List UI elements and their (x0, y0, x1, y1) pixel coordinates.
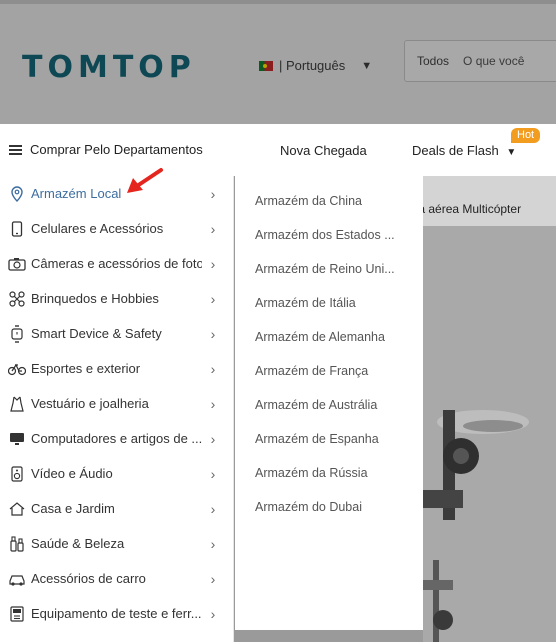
submenu-item-usa[interactable]: Armazém dos Estados ... (255, 228, 405, 242)
menu-item-label: Computadores e artigos de ... (31, 431, 202, 446)
departments-menu-button[interactable]: Comprar Pelo Departamentos (9, 142, 203, 157)
main-navbar: Comprar Pelo Departamentos Nova Chegada … (0, 124, 556, 176)
chevron-right-icon: › (210, 360, 216, 377)
menu-item-label: Casa e Jardim (31, 501, 115, 516)
clothing-icon (7, 394, 27, 414)
category-menu: Armazém Local › Celulares e Acessórios ›… (0, 176, 234, 642)
menu-item-test-equipment[interactable]: Equipamento de teste e ferr... › (0, 596, 234, 631)
menu-item-phones[interactable]: Celulares e Acessórios › (0, 211, 234, 246)
chevron-right-icon: › (210, 255, 216, 272)
menu-item-clothing[interactable]: Vestuário e joalheria › (0, 386, 234, 421)
menu-item-home-garden[interactable]: Casa e Jardim › (0, 491, 234, 526)
menu-item-label: Brinquedos e Hobbies (31, 291, 159, 306)
site-logo[interactable]: TOMTOP (22, 50, 196, 85)
speaker-icon (7, 464, 27, 484)
language-label: | Português (279, 58, 346, 73)
submenu-item-dubai[interactable]: Armazém do Dubai (255, 500, 405, 514)
hot-badge: Hot (511, 128, 541, 143)
chevron-right-icon: › (210, 325, 216, 342)
hamburger-icon (9, 144, 22, 155)
chevron-right-icon: › (210, 465, 216, 482)
search-bar[interactable]: Todos O que você (404, 40, 556, 82)
drone-product-image[interactable] (423, 330, 556, 642)
chevron-right-icon: › (210, 570, 216, 587)
submenu-item-italy[interactable]: Armazém de Itália (255, 296, 405, 310)
chevron-right-icon: › (210, 535, 216, 552)
phone-icon (7, 219, 27, 239)
menu-item-car-accessories[interactable]: Acessórios de carro › (0, 561, 234, 596)
menu-item-label: Vestuário e joalheria (31, 396, 149, 411)
monitor-icon (7, 429, 27, 449)
car-icon (7, 569, 27, 589)
menu-item-label: Acessórios de carro (31, 571, 146, 586)
chevron-right-icon: › (210, 605, 216, 622)
camera-icon (7, 254, 27, 274)
submenu-item-spain[interactable]: Armazém de Espanha (255, 432, 405, 446)
submenu-item-australia[interactable]: Armazém de Austrália (255, 398, 405, 412)
nav-new-arrivals[interactable]: Nova Chegada (280, 143, 367, 158)
smartwatch-icon (7, 324, 27, 344)
location-pin-icon (7, 184, 27, 204)
nav-flash-deals-label: Deals de Flash (412, 143, 499, 158)
menu-item-computers[interactable]: Computadores e artigos de ... › (0, 421, 234, 456)
search-input[interactable]: O que você (463, 54, 524, 68)
menu-item-label: Celulares e Acessórios (31, 221, 164, 236)
chevron-right-icon: › (210, 430, 216, 447)
drone-icon (7, 289, 27, 309)
menu-item-label: Equipamento de teste e ferr... (31, 606, 202, 621)
chevron-right-icon: › (210, 500, 216, 517)
menu-item-local-warehouse[interactable]: Armazém Local › (0, 176, 234, 211)
menu-item-label: Vídeo e Áudio (31, 466, 113, 481)
chevron-right-icon: › (210, 185, 216, 202)
nav-flash-deals[interactable]: Deals de Flash ▼ (412, 143, 516, 158)
portugal-flag-icon (259, 60, 273, 71)
home-icon (7, 499, 27, 519)
warehouse-submenu: Armazém da China Armazém dos Estados ...… (235, 176, 423, 630)
red-arrow-icon (127, 168, 163, 193)
submenu-item-china[interactable]: Armazém da China (255, 194, 405, 208)
chevron-right-icon: › (210, 220, 216, 237)
language-selector[interactable]: | Português ▼ (259, 58, 372, 73)
chevron-right-icon: › (210, 395, 216, 412)
menu-item-smart-device[interactable]: Smart Device & Safety › (0, 316, 234, 351)
chevron-down-icon: ▼ (361, 59, 373, 72)
menu-item-label: Saúde & Beleza (31, 536, 125, 551)
menu-item-health-beauty[interactable]: Saúde & Beleza › (0, 526, 234, 561)
chevron-right-icon: › (210, 290, 216, 307)
menu-item-video-audio[interactable]: Vídeo e Áudio › (0, 456, 234, 491)
menu-item-sports[interactable]: Esportes e exterior › (0, 351, 234, 386)
chevron-down-icon: ▼ (506, 147, 517, 158)
submenu-item-uk[interactable]: Armazém de Reino Uni... (255, 262, 405, 276)
departments-label: Comprar Pelo Departamentos (30, 142, 203, 157)
menu-item-cameras[interactable]: Câmeras e acessórios de fotos › (0, 246, 234, 281)
submenu-item-france[interactable]: Armazém de França (255, 364, 405, 378)
site-header: TOMTOP | Português ▼ Todos O que você (0, 0, 556, 124)
submenu-item-germany[interactable]: Armazém de Alemanha (255, 330, 405, 344)
search-category-select[interactable]: Todos (405, 54, 463, 68)
bicycle-icon (7, 359, 27, 379)
menu-item-label: Câmeras e acessórios de fotos (31, 256, 202, 271)
content-banner-strip (423, 176, 556, 226)
menu-item-toys[interactable]: Brinquedos e Hobbies › (0, 281, 234, 316)
menu-item-label: Smart Device & Safety (31, 326, 162, 341)
menu-item-label: Esportes e exterior (31, 361, 141, 376)
menu-item-label: Armazém Local (31, 186, 122, 201)
submenu-item-russia[interactable]: Armazém da Rússia (255, 466, 405, 480)
meter-icon (7, 604, 27, 624)
beauty-icon (7, 534, 27, 554)
